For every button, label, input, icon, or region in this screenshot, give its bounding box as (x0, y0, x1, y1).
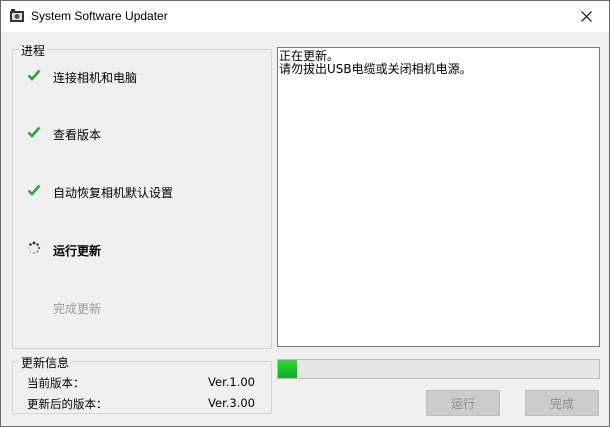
close-icon (580, 11, 592, 22)
updater-window: System Software Updater 进程 连接相机和电脑 查看版本 … (0, 0, 610, 427)
title-bar[interactable]: System Software Updater (1, 1, 609, 32)
spinner-icon (28, 241, 41, 254)
new-version-label: 更新后的版本： (27, 397, 108, 411)
update-progress-bar (277, 359, 600, 379)
update-info-title: 更新信息 (19, 354, 72, 371)
progress-fill (278, 360, 298, 378)
run-button[interactable]: 运行 (426, 390, 500, 416)
progress-group-title: 进程 (19, 42, 48, 59)
close-button[interactable] (563, 1, 609, 32)
step-label: 自动恢复相机默认设置 (53, 186, 174, 200)
log-line: 请勿拔出USB电缆或关闭相机电源。 (279, 62, 472, 76)
current-version-label: 当前版本： (27, 376, 85, 390)
step-label: 连接相机和电脑 (53, 71, 138, 85)
new-version-value: Ver.3.00 (208, 396, 255, 410)
check-icon (27, 69, 41, 81)
progress-group: 进程 连接相机和电脑 查看版本 自动恢复相机默认设置 运行更新 完成更新 (12, 42, 272, 349)
step-label: 查看版本 (53, 128, 102, 142)
camera-app-icon (10, 9, 24, 22)
update-info-group: 更新信息 当前版本： Ver.1.00 更新后的版本： Ver.3.00 (12, 354, 272, 414)
check-icon (27, 184, 41, 196)
window-title: System Software Updater (31, 9, 168, 23)
check-icon (27, 126, 41, 138)
finish-button[interactable]: 完成 (525, 390, 599, 416)
current-version-value: Ver.1.00 (208, 375, 255, 389)
step-label: 运行更新 (53, 244, 102, 258)
status-log[interactable]: 正在更新。 请勿拔出USB电缆或关闭相机电源。 (277, 47, 600, 347)
step-label: 完成更新 (53, 302, 102, 316)
